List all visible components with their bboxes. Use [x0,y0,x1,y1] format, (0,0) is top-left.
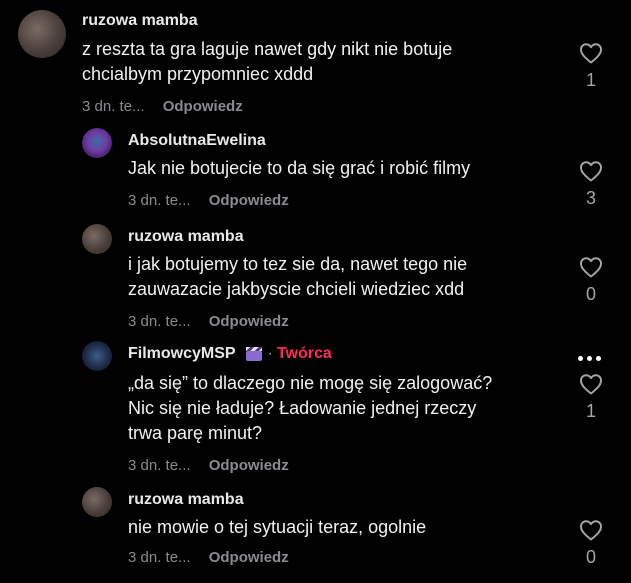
clapperboard-icon [245,347,262,361]
comment-timestamp: 3 dn. te... [128,313,191,330]
comment-timestamp: 3 dn. te... [82,98,145,115]
reply-button[interactable]: Odpowiedz [209,313,289,330]
comment-username[interactable]: AbsolutnaEwelina [128,132,266,150]
heart-outline-icon [580,161,602,182]
heart-outline-icon [580,257,602,278]
like-button[interactable]: 3 [576,160,606,209]
comment-meta: 3 dn. te... Odpowiedz [128,192,289,209]
like-button[interactable]: 1 [576,42,606,91]
heart-outline-icon [580,520,602,541]
comment-text: Jak nie botujecie to da się grać i robić… [128,158,471,178]
avatar[interactable] [18,10,66,58]
comment-username[interactable]: FilmowcyMSP [128,345,236,363]
like-button[interactable]: 1 [576,373,606,422]
avatar[interactable] [82,341,112,371]
comment-timestamp: 3 dn. te... [128,192,191,209]
comment-username[interactable]: ruzowa mamba [82,12,198,30]
comment-username[interactable]: ruzowa mamba [128,491,244,509]
avatar[interactable] [82,224,112,254]
comment-meta: 3 dn. te... Odpowiedz [128,313,289,330]
like-button[interactable]: 0 [576,519,606,568]
comment-timestamp: 3 dn. te... [128,549,191,566]
comment-text: z reszta ta gra laguje nawet gdy nikt ni… [82,39,453,84]
comment-username[interactable]: ruzowa mamba [128,228,244,246]
comment-text: i jak botujemy to tez sie da, nawet tego… [128,254,468,299]
comment-meta: 3 dn. te... Odpowiedz [128,457,289,474]
like-button[interactable]: 0 [576,256,606,305]
separator-dot: · [267,345,273,362]
heart-outline-icon [580,43,602,64]
reply-button[interactable]: Odpowiedz [209,457,289,474]
like-count: 0 [585,547,596,567]
like-count: 3 [585,188,596,208]
comment-text: „da się” to dlaczego nie mogę się zalogo… [128,373,493,443]
more-dots-icon [578,356,583,361]
like-count: 1 [585,70,596,90]
reply-button[interactable]: Odpowiedz [163,98,243,115]
reply-button[interactable]: Odpowiedz [209,549,289,566]
like-count: 1 [585,401,596,421]
heart-outline-icon [580,374,602,395]
comment-meta: 3 dn. te... Odpowiedz [128,549,289,566]
avatar[interactable] [82,487,112,517]
creator-badge: Twórca [276,345,332,362]
avatar[interactable] [82,128,112,158]
like-count: 0 [585,284,596,304]
more-options-button[interactable] [578,356,601,361]
reply-button[interactable]: Odpowiedz [209,192,289,209]
comment-text: nie mowie o tej sytuacji teraz, ogolnie [128,517,427,537]
comment-author-row: FilmowcyMSP · Twórca [128,345,332,363]
comment-meta: 3 dn. te... Odpowiedz [82,98,243,115]
comment-timestamp: 3 dn. te... [128,457,191,474]
